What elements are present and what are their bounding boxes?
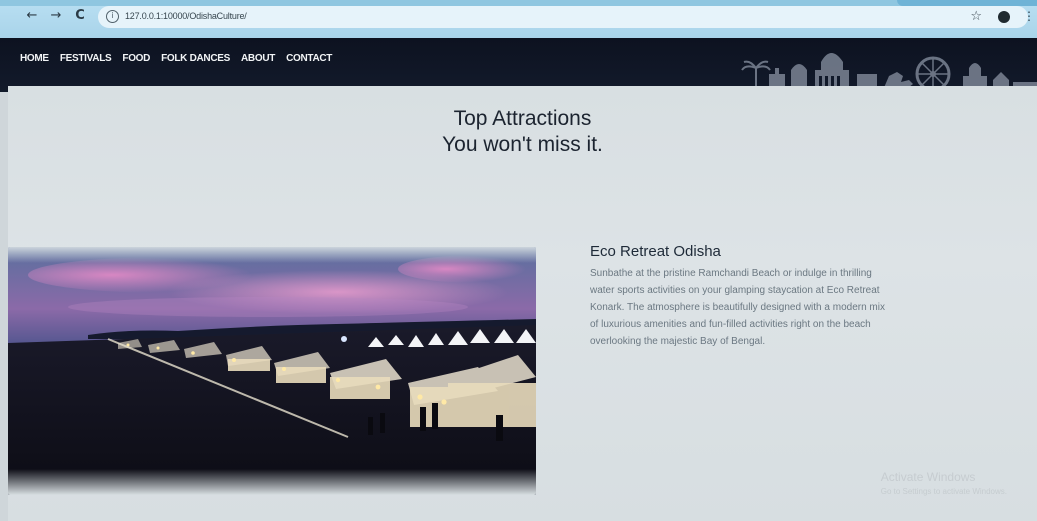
address-bar[interactable]: i 127.0.0.1:10000/OdishaCulture/ ☆ — [98, 6, 1028, 28]
forward-icon[interactable]: → — [48, 8, 64, 24]
attraction-details: Eco Retreat Odisha Sunbathe at the prist… — [590, 243, 890, 350]
main-nav: HOME FESTIVALS FOOD FOLK DANCES ABOUT CO… — [20, 53, 332, 64]
nav-folk-dances[interactable]: FOLK DANCES — [161, 53, 230, 64]
profile-avatar[interactable] — [998, 11, 1010, 23]
site-info-icon[interactable]: i — [106, 10, 119, 23]
temple-skyline-illustration — [741, 53, 1037, 92]
windows-activation-watermark: Activate Windows Go to Settings to activ… — [881, 470, 1007, 496]
nav-about[interactable]: ABOUT — [241, 53, 275, 64]
reload-icon[interactable]: C — [72, 8, 88, 24]
attraction-title: Eco Retreat Odisha — [590, 243, 721, 260]
bookmark-star-icon[interactable]: ☆ — [970, 9, 982, 24]
eco-retreat-photo — [8, 247, 536, 495]
browser-toolbar: ← → C i 127.0.0.1:10000/OdishaCulture/ ☆… — [0, 0, 1037, 38]
site-header: HOME FESTIVALS FOOD FOLK DANCES ABOUT CO… — [0, 38, 1037, 92]
section-heading: Top Attractions You won't miss it. — [8, 106, 1037, 158]
url-text[interactable]: 127.0.0.1:10000/OdishaCulture/ — [125, 11, 247, 21]
attractions-section: Top Attractions You won't miss it. Eco R… — [8, 86, 1037, 521]
browser-menu-icon[interactable]: ⋮ — [1023, 9, 1035, 23]
watermark-line2: Go to Settings to activate Windows. — [880, 487, 1007, 496]
nav-contact[interactable]: CONTACT — [286, 53, 332, 64]
back-icon[interactable]: ← — [24, 8, 40, 24]
nav-home[interactable]: HOME — [20, 53, 49, 64]
watermark-line1: Activate Windows — [880, 470, 976, 484]
heading-subtitle: You won't miss it. — [442, 133, 603, 156]
nav-food[interactable]: FOOD — [122, 53, 150, 64]
heading-title: Top Attractions — [453, 107, 592, 130]
attraction-description: Sunbathe at the pristine Ramchandi Beach… — [590, 268, 885, 347]
nav-festivals[interactable]: FESTIVALS — [60, 53, 112, 64]
